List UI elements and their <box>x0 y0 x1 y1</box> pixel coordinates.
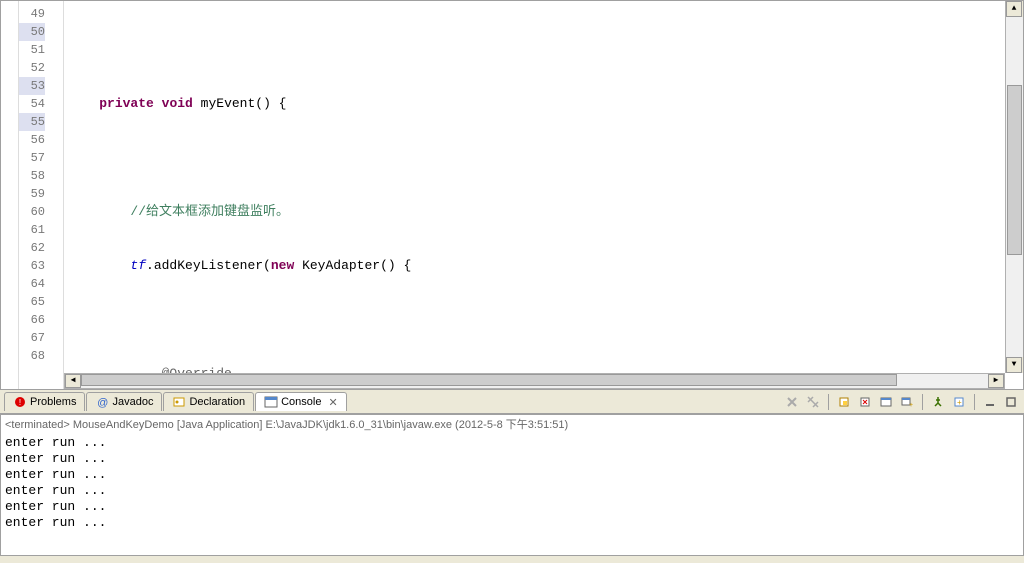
svg-text:@: @ <box>97 397 108 409</box>
console-status: <terminated> MouseAndKeyDemo [Java Appli… <box>1 415 1023 433</box>
scroll-left-icon[interactable]: ◀ <box>65 374 81 388</box>
line-number: 64 <box>19 275 45 293</box>
line-number: 63 <box>19 257 45 275</box>
console-icon <box>264 395 278 409</box>
horizontal-scrollbar[interactable]: ◀ ▶ <box>64 373 1005 389</box>
svg-text:!: ! <box>19 398 21 407</box>
tab-label: Console <box>281 396 321 408</box>
scroll-thumb[interactable] <box>81 374 897 386</box>
maximize-button[interactable] <box>1002 393 1020 411</box>
console-toolbar: + + <box>783 393 1020 411</box>
pin-console-button[interactable] <box>929 393 947 411</box>
vertical-scrollbar[interactable]: ▲ ▼ <box>1005 1 1023 373</box>
code-line: //给文本框添加键盘监听。 <box>64 203 1023 221</box>
code-area[interactable]: private void myEvent() { //给文本框添加键盘监听。 t… <box>64 1 1023 389</box>
problems-icon: ! <box>13 395 27 409</box>
code-line <box>64 311 1023 329</box>
editor-panel: 49 50 51 52 53 54 55 56 57 58 59 60 61 6… <box>0 0 1024 390</box>
line-number: 57 <box>19 149 45 167</box>
scroll-up-icon[interactable]: ▲ <box>1006 1 1022 17</box>
svg-text:+: + <box>909 402 913 408</box>
tab-label: Problems <box>30 396 76 408</box>
line-number: 54 <box>19 95 45 113</box>
line-number: 65 <box>19 293 45 311</box>
line-gutter: 49 50 51 52 53 54 55 56 57 58 59 60 61 6… <box>19 1 49 389</box>
close-icon[interactable]: ✕ <box>328 396 337 409</box>
line-number: 60 <box>19 203 45 221</box>
display-console-button[interactable] <box>877 393 895 411</box>
tab-label: Javadoc <box>112 396 153 408</box>
tab-console[interactable]: Console ✕ <box>255 392 347 411</box>
remove-launch-button[interactable] <box>783 393 801 411</box>
declaration-icon <box>172 395 186 409</box>
code-line: private void myEvent() { <box>64 95 1023 113</box>
tab-label: Declaration <box>189 396 245 408</box>
line-number: 66 <box>19 311 45 329</box>
line-number: 68 <box>19 347 45 365</box>
code-line <box>64 149 1023 167</box>
remove-all-launches-button[interactable] <box>804 393 822 411</box>
line-number: 51 <box>19 41 45 59</box>
scroll-lock-button[interactable] <box>835 393 853 411</box>
line-number: 52 <box>19 59 45 77</box>
console-panel: <terminated> MouseAndKeyDemo [Java Appli… <box>0 414 1024 556</box>
open-console-button[interactable]: + <box>898 393 916 411</box>
svg-text:+: + <box>957 398 962 407</box>
minimize-button[interactable] <box>981 393 999 411</box>
scroll-thumb[interactable] <box>1007 85 1022 255</box>
line-number: 53 <box>19 77 45 95</box>
line-number: 49 <box>19 5 45 23</box>
line-number: 58 <box>19 167 45 185</box>
tab-declaration[interactable]: Declaration <box>163 392 254 411</box>
line-number: 56 <box>19 131 45 149</box>
new-console-view-button[interactable]: + <box>950 393 968 411</box>
line-number: 55 <box>19 113 45 131</box>
line-number: 59 <box>19 185 45 203</box>
javadoc-icon: @ <box>95 395 109 409</box>
line-number: 50 <box>19 23 45 41</box>
line-number: 61 <box>19 221 45 239</box>
console-output[interactable]: enter run ... enter run ... enter run ..… <box>1 433 1023 533</box>
tab-problems[interactable]: ! Problems <box>4 392 85 411</box>
code-line: tf.addKeyListener(new KeyAdapter() { <box>64 257 1023 275</box>
views-tab-bar: ! Problems @ Javadoc Declaration Console… <box>0 390 1024 414</box>
code-line <box>64 41 1023 59</box>
tab-javadoc[interactable]: @ Javadoc <box>86 392 162 411</box>
scroll-right-icon[interactable]: ▶ <box>988 374 1004 388</box>
line-number: 67 <box>19 329 45 347</box>
line-number: 62 <box>19 239 45 257</box>
clear-console-button[interactable] <box>856 393 874 411</box>
folding-bar <box>49 1 64 389</box>
scroll-down-icon[interactable]: ▼ <box>1006 357 1022 373</box>
marker-bar <box>1 1 19 389</box>
